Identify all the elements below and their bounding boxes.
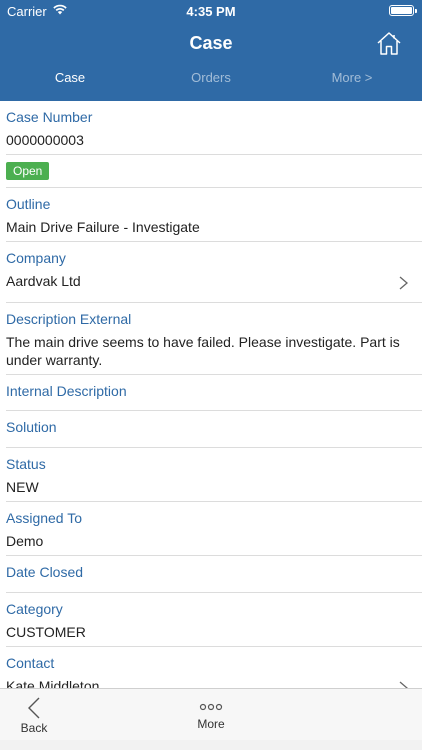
case-detail-list[interactable]: Case Number 0000000003 Open Outline Main… — [0, 101, 422, 688]
field-value: Demo — [6, 533, 44, 549]
tab-case[interactable]: Case — [0, 70, 140, 85]
page-title: Case — [189, 33, 233, 53]
field-case-number: Case Number 0000000003 — [6, 101, 422, 155]
field-assigned-to: Assigned To Demo — [6, 502, 422, 556]
field-label: Date Closed — [6, 564, 84, 580]
field-value: Aardvak Ltd — [6, 273, 81, 289]
home-icon[interactable] — [376, 30, 402, 56]
clock: 4:35 PM — [186, 4, 236, 19]
ellipsis-icon — [199, 703, 223, 711]
field-status: Status NEW — [6, 448, 422, 502]
field-value: The main drive seems to have failed. Ple… — [6, 334, 400, 368]
field-label: Status — [6, 456, 46, 472]
field-solution: Solution — [6, 411, 422, 448]
field-value: CUSTOMER — [6, 624, 86, 640]
home-indicator — [0, 740, 422, 750]
more-label: More — [197, 717, 225, 731]
back-label: Back — [20, 721, 48, 735]
field-label: Internal Description — [6, 383, 127, 399]
field-internal-description: Internal Description — [6, 375, 422, 411]
tab-orders[interactable]: Orders — [141, 70, 281, 85]
field-date-closed: Date Closed — [6, 556, 422, 593]
header: Carrier 4:35 PM Case Case Orders More > — [0, 0, 422, 101]
battery-icon — [389, 5, 417, 16]
tab-bar: Case Orders More > — [0, 70, 422, 90]
status-badge: Open — [6, 162, 50, 180]
field-category: Category CUSTOMER — [6, 593, 422, 647]
field-value: NEW — [6, 479, 39, 495]
field-label: Company — [6, 250, 66, 266]
field-label: Outline — [6, 196, 51, 212]
field-value: Kate Middleton — [6, 678, 100, 688]
field-company[interactable]: Company Aardvak Ltd — [6, 242, 422, 303]
chevron-right-icon — [399, 276, 408, 290]
field-label: Solution — [6, 419, 57, 435]
back-chevron-icon — [28, 697, 40, 719]
chevron-right-icon — [399, 681, 408, 688]
field-label: Category — [6, 601, 63, 617]
status-bar: Carrier 4:35 PM — [0, 0, 422, 22]
field-label: Assigned To — [6, 510, 83, 526]
field-contact[interactable]: Contact Kate Middleton — [6, 647, 422, 688]
field-label: Case Number — [6, 109, 93, 125]
field-value: Main Drive Failure - Investigate — [6, 219, 200, 235]
field-description-external: Description External The main drive seem… — [6, 303, 422, 375]
field-outline: Outline Main Drive Failure - Investigate — [6, 188, 422, 242]
field-label: Contact — [6, 655, 55, 671]
field-value: 0000000003 — [6, 132, 84, 148]
tab-more[interactable]: More > — [282, 70, 422, 85]
status-badge-row: Open — [6, 155, 422, 188]
field-label: Description External — [6, 311, 132, 327]
